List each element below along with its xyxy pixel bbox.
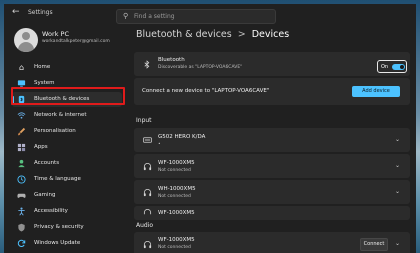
sidebar-item-time-language[interactable]: Time & language [12, 172, 122, 187]
device-row[interactable]: WF-1000XM5 Not connected ⌄ [134, 154, 410, 178]
page-title: Devices [251, 29, 290, 40]
avatar-head [22, 32, 30, 40]
mouse-icon [143, 136, 152, 145]
user-name: Work PC [42, 30, 69, 38]
sidebar-item-label: Personalisation [34, 128, 76, 134]
device-status: Not connected [158, 168, 191, 173]
device-status: Not connected [158, 194, 191, 199]
device-name: WF-1000XM5 [158, 210, 195, 216]
device-name: WF-1000XM5 [158, 237, 195, 243]
chevron-down-icon[interactable]: ⌄ [395, 162, 400, 169]
device-name: G502 HERO K/DA [158, 134, 206, 140]
device-row[interactable]: WF-1000XM5 Not connected Connect ⌄ [134, 232, 410, 253]
device-name: WH-1000XM5 [158, 186, 196, 192]
home-icon: ⌂ [18, 63, 25, 72]
audio-section-heading: Audio [136, 222, 154, 229]
bluetooth-title: Bluetooth [158, 57, 185, 63]
sidebar-item-label: Apps [34, 144, 48, 150]
wifi-icon [17, 111, 26, 120]
sidebar-item-label: Home [34, 64, 51, 70]
sidebar-item-label: Windows Update [34, 240, 81, 246]
shield-icon [17, 223, 26, 232]
accessibility-icon [17, 207, 26, 216]
avatar-body [18, 42, 34, 52]
sidebar-item-apps[interactable]: Apps [12, 140, 122, 155]
sidebar-item-gaming[interactable]: Gaming [12, 188, 122, 203]
sidebar-item-label: Accounts [34, 160, 60, 166]
device-row[interactable]: WF-1000XM5 [134, 206, 410, 220]
device-status: Not connected [158, 245, 191, 250]
sidebar-item-accessibility[interactable]: Accessibility [12, 204, 122, 219]
sidebar-item-label: Accessibility [34, 208, 68, 214]
device-name: WF-1000XM5 [158, 160, 195, 166]
main-content: Bluetooth & devices > Devices Bluetooth Di… [130, 22, 416, 253]
update-icon [17, 239, 26, 248]
clock-globe-icon [17, 175, 26, 184]
person-icon [17, 159, 26, 168]
gamepad-icon [17, 191, 26, 200]
breadcrumb: Bluetooth & devices > Devices [136, 29, 289, 40]
connect-button[interactable]: Connect [360, 238, 388, 251]
sidebar-item-personalisation[interactable]: Personalisation [12, 124, 122, 139]
back-arrow-icon[interactable]: ← [12, 7, 20, 17]
headphones-icon [143, 208, 152, 219]
selection-highlight-box [11, 87, 125, 105]
bluetooth-symbol-icon [143, 60, 151, 71]
add-device-button[interactable]: Add device [352, 86, 400, 97]
sidebar-item-privacy-security[interactable]: Privacy & security [12, 220, 122, 235]
chevron-down-icon[interactable]: ⌄ [395, 188, 400, 195]
sidebar-item-label: Gaming [34, 192, 56, 198]
settings-window: ← Settings ⚲ Find a setting Work PC work… [4, 4, 416, 253]
device-row[interactable]: WH-1000XM5 Not connected ⌄ [134, 180, 410, 204]
connect-device-text: Connect a new device to "LAPTOP-VOA6CAVE… [142, 88, 270, 94]
app-title: Settings [28, 9, 53, 16]
bluetooth-card: Bluetooth Discoverable as "LAPTOP-VOA6CA… [134, 52, 410, 76]
search-placeholder: Find a setting [134, 13, 175, 20]
user-email: workandtalkpeter@gmail.com [42, 39, 110, 44]
headphones-icon [143, 188, 152, 199]
apps-icon [17, 143, 26, 152]
sidebar-item-home[interactable]: ⌂ Home [12, 60, 122, 75]
avatar[interactable] [14, 28, 38, 52]
breadcrumb-parent[interactable]: Bluetooth & devices [136, 29, 232, 40]
sidebar-item-windows-update[interactable]: Windows Update [12, 236, 122, 251]
sidebar-item-label: Privacy & security [34, 224, 84, 230]
brush-icon [17, 127, 26, 136]
device-status: • [158, 142, 161, 147]
sidebar-item-network[interactable]: Network & internet [12, 108, 122, 123]
chevron-down-icon[interactable]: ⌄ [395, 240, 400, 247]
title-bar: ← Settings ⚲ Find a setting [4, 4, 416, 24]
toggle-knob [400, 65, 404, 69]
bluetooth-toggle-state: On [381, 64, 389, 70]
breadcrumb-separator: > [237, 29, 246, 40]
device-row[interactable]: G502 HERO K/DA • ⌄ [134, 128, 410, 152]
sidebar-item-label: Time & language [34, 176, 81, 182]
bluetooth-toggle[interactable] [392, 64, 405, 70]
sidebar-item-label: System [34, 80, 55, 86]
headphones-icon [143, 162, 152, 173]
connect-device-card: Connect a new device to "LAPTOP-VOA6CAVE… [134, 78, 410, 105]
sidebar-item-accounts[interactable]: Accounts [12, 156, 122, 171]
sidebar-item-label: Network & internet [34, 112, 87, 118]
bluetooth-toggle-box[interactable]: On [377, 60, 407, 73]
input-section-heading: Input [136, 117, 152, 124]
headphones-icon [143, 240, 152, 251]
bluetooth-subtitle: Discoverable as "LAPTOP-VOA6CAVE" [158, 65, 243, 70]
chevron-down-icon[interactable]: ⌄ [395, 136, 400, 143]
search-icon: ⚲ [123, 12, 129, 20]
